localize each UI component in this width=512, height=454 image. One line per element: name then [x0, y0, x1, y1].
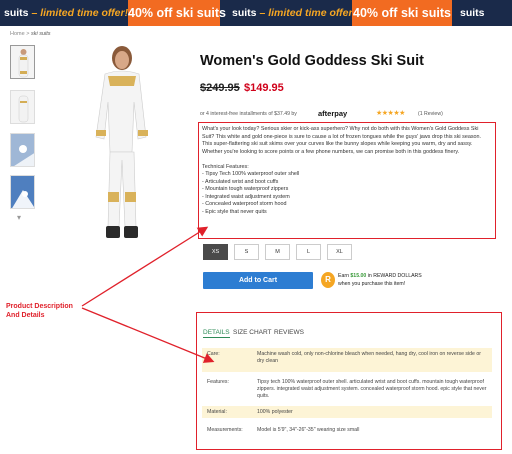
- banner-brand: suits: [460, 7, 485, 19]
- add-to-cart-button[interactable]: Add to Cart: [203, 272, 313, 289]
- reward-amount: $15.00: [350, 273, 367, 279]
- annotation-label: Product Description And Details: [6, 302, 73, 320]
- description-highlight-box: [198, 122, 496, 239]
- installments-text: or 4 interest-free installments of $37.4…: [200, 111, 297, 117]
- thumbnail-mountain[interactable]: [10, 175, 35, 209]
- promo-banner[interactable]: suits – limited time offer! 40% off ski …: [0, 0, 512, 26]
- thumbnail-ski-scene[interactable]: [10, 133, 35, 167]
- banner-tagline: – limited time offer!: [259, 7, 357, 19]
- size-option-xl[interactable]: XL: [327, 244, 352, 260]
- chevron-down-icon[interactable]: ▾: [17, 213, 21, 222]
- breadcrumb-separator: >: [26, 31, 30, 37]
- banner-segment: suits – limited time offer!: [4, 0, 128, 26]
- review-count-link[interactable]: (1 Review): [418, 111, 443, 117]
- breadcrumb-home[interactable]: Home: [10, 31, 25, 37]
- arrow-to-details: [81, 307, 215, 363]
- thumbnail-back[interactable]: [10, 90, 35, 124]
- thumbnail-front[interactable]: [10, 45, 35, 79]
- reward-text: Earn $15.00 in REWARD DOLLARS when you p…: [338, 273, 422, 288]
- breadcrumb: Home > ski suits: [10, 31, 51, 37]
- original-price: $249.95: [200, 82, 240, 94]
- reward-line-2: when you purchase this item!: [338, 280, 406, 287]
- size-option-xs[interactable]: XS: [203, 244, 228, 260]
- annotation-line-2: And Details: [6, 312, 45, 319]
- reward-line-1: Earn $15.00 in REWARD DOLLARS: [338, 273, 422, 281]
- breadcrumb-current[interactable]: ski suits: [31, 31, 51, 37]
- reward-badge-icon: R: [321, 272, 335, 288]
- annotation-line-1: Product Description: [6, 303, 73, 310]
- banner-segment: suits – limited time offer!: [232, 0, 356, 26]
- banner-offer: 40% off ski suits: [352, 0, 452, 26]
- main-product-image[interactable]: [72, 42, 172, 252]
- reward-prefix: Earn: [338, 273, 349, 279]
- banner-offer: 40% off ski suits: [128, 0, 226, 26]
- details-highlight-box: [196, 312, 502, 450]
- banner-brand: suits: [232, 7, 257, 19]
- size-option-m[interactable]: M: [265, 244, 290, 260]
- banner-brand: suits: [4, 7, 29, 19]
- sale-price: $149.95: [244, 82, 284, 94]
- rating-stars[interactable]: ★★★★★: [376, 109, 405, 117]
- reward-suffix: in REWARD DOLLARS: [367, 273, 422, 279]
- product-title: Women's Gold Goddess Ski Suit: [200, 53, 424, 69]
- afterpay-logo[interactable]: afterpay: [318, 109, 347, 118]
- size-option-l[interactable]: L: [296, 244, 321, 260]
- size-option-s[interactable]: S: [234, 244, 259, 260]
- banner-tagline: – limited time offer!: [31, 7, 129, 19]
